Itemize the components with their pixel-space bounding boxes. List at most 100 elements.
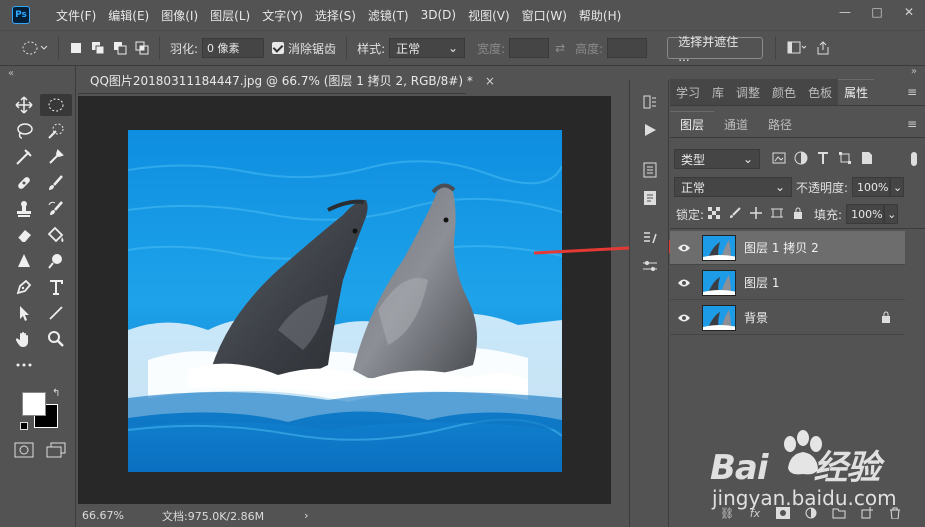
smart-object-filter-icon[interactable] — [860, 151, 874, 168]
close-document-icon[interactable]: × — [485, 74, 495, 88]
panel-menu-icon[interactable]: ≡ — [907, 85, 917, 99]
pen-tool-icon[interactable] — [8, 276, 40, 298]
menu-help[interactable]: 帮助(H) — [573, 7, 627, 24]
select-and-mask-button[interactable]: 选择并遮住 ... — [667, 35, 764, 64]
move-tool-icon[interactable] — [8, 94, 40, 116]
filter-toggle[interactable] — [911, 152, 917, 166]
swap-dimensions-icon[interactable]: ⇄ — [549, 37, 571, 59]
filter-kind-select[interactable]: 类型 ⌄ — [674, 149, 760, 169]
fill-dropdown-icon[interactable]: ⌄ — [884, 204, 899, 224]
crop-tool-icon[interactable] — [8, 146, 40, 168]
menu-select[interactable]: 选择(S) — [309, 7, 362, 24]
dodge-tool-icon[interactable] — [40, 250, 72, 272]
path-selection-tool-icon[interactable] — [8, 302, 40, 324]
tab-properties[interactable]: 属性 — [838, 79, 875, 105]
quick-selection-tool-icon[interactable] — [40, 120, 72, 142]
actions-play-icon[interactable] — [640, 120, 660, 140]
fill-input[interactable]: 100% — [846, 204, 885, 224]
menu-view[interactable]: 视图(V) — [462, 7, 516, 24]
layers-menu-icon[interactable]: ≡ — [907, 117, 917, 131]
subtract-from-selection-icon[interactable] — [109, 37, 131, 59]
tab-learn[interactable]: 学习 — [670, 79, 707, 105]
zoom-tool-icon[interactable] — [40, 328, 72, 350]
swap-colors-icon[interactable]: ↰ — [52, 388, 60, 399]
notes-icon[interactable] — [640, 188, 660, 208]
pixel-filter-icon[interactable] — [772, 151, 786, 168]
layer-row[interactable]: 图层 1 — [670, 266, 905, 300]
brush-tool-icon[interactable] — [40, 172, 72, 194]
tab-swatches[interactable]: 色板 — [802, 79, 839, 105]
eyedropper-tool-icon[interactable] — [40, 146, 72, 168]
add-to-selection-icon[interactable] — [87, 37, 109, 59]
menu-window[interactable]: 窗口(W) — [516, 7, 573, 24]
layer-row[interactable]: 图层 1 拷贝 2 — [670, 231, 905, 265]
height-input[interactable] — [607, 38, 648, 58]
share-icon[interactable] — [812, 37, 834, 59]
shape-filter-icon[interactable] — [838, 151, 852, 168]
lock-artboard-icon[interactable] — [771, 207, 784, 222]
blur-tool-icon[interactable] — [8, 250, 40, 272]
feather-input[interactable]: 0 像素 — [202, 38, 265, 58]
lasso-tool-icon[interactable] — [8, 120, 40, 142]
tab-adjustments[interactable]: 调整 — [730, 79, 767, 105]
type-tool-icon[interactable] — [40, 276, 72, 298]
intersect-selection-icon[interactable] — [131, 37, 153, 59]
collapse-arrows-icon[interactable]: « — [8, 68, 14, 79]
eye-visibility-icon[interactable] — [670, 313, 698, 323]
document-tab[interactable]: QQ图片20180311184447.jpg @ 66.7% (图层 1 拷贝 … — [78, 68, 495, 94]
menu-file[interactable]: 文件(F) — [50, 7, 102, 24]
antialias-checkbox[interactable] — [272, 42, 285, 54]
screen-mode-icon[interactable] — [46, 442, 66, 461]
opacity-dropdown-icon[interactable]: ⌄ — [890, 177, 905, 197]
blend-mode-select[interactable]: 正常 ⌄ — [674, 177, 792, 197]
quick-mask-icon[interactable] — [14, 442, 34, 461]
close-button[interactable]: ✕ — [893, 0, 925, 24]
adjustments-sliders-icon[interactable] — [640, 256, 660, 276]
menu-type[interactable]: 文字(Y) — [256, 7, 309, 24]
type-filter-icon[interactable] — [816, 151, 830, 168]
workspace-icon[interactable] — [782, 37, 812, 59]
eye-visibility-icon[interactable] — [670, 278, 698, 288]
menu-edit[interactable]: 编辑(E) — [102, 7, 155, 24]
menu-3d[interactable]: 3D(D) — [415, 8, 462, 22]
history-icon[interactable] — [640, 92, 660, 112]
canvas-area[interactable] — [78, 96, 611, 504]
tab-paths[interactable]: 路径 — [758, 111, 802, 137]
foreground-color-swatch[interactable] — [22, 392, 46, 416]
elliptical-marquee-tool-icon[interactable] — [40, 94, 72, 116]
opacity-input[interactable]: 100% — [852, 177, 891, 197]
menu-image[interactable]: 图像(I) — [155, 7, 204, 24]
tab-layers[interactable]: 图层 — [670, 111, 715, 137]
lock-transparent-icon[interactable] — [708, 206, 721, 222]
layer-row[interactable]: 背景 — [670, 301, 905, 335]
style-select[interactable]: 正常 ⌄ — [389, 38, 466, 58]
lock-position-icon[interactable] — [750, 206, 763, 222]
line-tool-icon[interactable] — [40, 302, 72, 324]
elliptical-marquee-preset-icon[interactable] — [20, 37, 52, 59]
paint-bucket-tool-icon[interactable] — [40, 224, 72, 246]
properties-icon[interactable] — [640, 160, 660, 180]
collapse-panels-icon[interactable]: » — [911, 66, 917, 77]
eraser-tool-icon[interactable] — [8, 224, 40, 246]
eye-visibility-icon[interactable] — [670, 243, 698, 253]
hand-tool-icon[interactable] — [8, 328, 40, 350]
tab-color[interactable]: 颜色 — [766, 79, 803, 105]
more-tools-icon[interactable] — [8, 354, 40, 376]
width-input[interactable] — [509, 38, 550, 58]
brush-settings-icon[interactable] — [640, 228, 660, 248]
history-brush-tool-icon[interactable] — [40, 198, 72, 220]
healing-brush-tool-icon[interactable] — [8, 172, 40, 194]
tab-channels[interactable]: 通道 — [714, 111, 758, 137]
menu-layer[interactable]: 图层(L) — [204, 7, 256, 24]
minimize-button[interactable]: — — [829, 0, 861, 24]
new-selection-icon[interactable] — [65, 37, 87, 59]
tab-libraries[interactable]: 库 — [706, 79, 731, 105]
status-menu-arrow-icon[interactable]: › — [304, 509, 308, 522]
clone-stamp-tool-icon[interactable] — [8, 198, 40, 220]
adjustment-filter-icon[interactable] — [794, 151, 808, 168]
lock-pixels-icon[interactable] — [729, 206, 741, 222]
lock-all-icon[interactable] — [792, 207, 804, 222]
default-colors-icon[interactable] — [20, 422, 28, 430]
menu-filter[interactable]: 滤镜(T) — [362, 7, 415, 24]
zoom-level[interactable]: 66.67% — [78, 509, 138, 522]
